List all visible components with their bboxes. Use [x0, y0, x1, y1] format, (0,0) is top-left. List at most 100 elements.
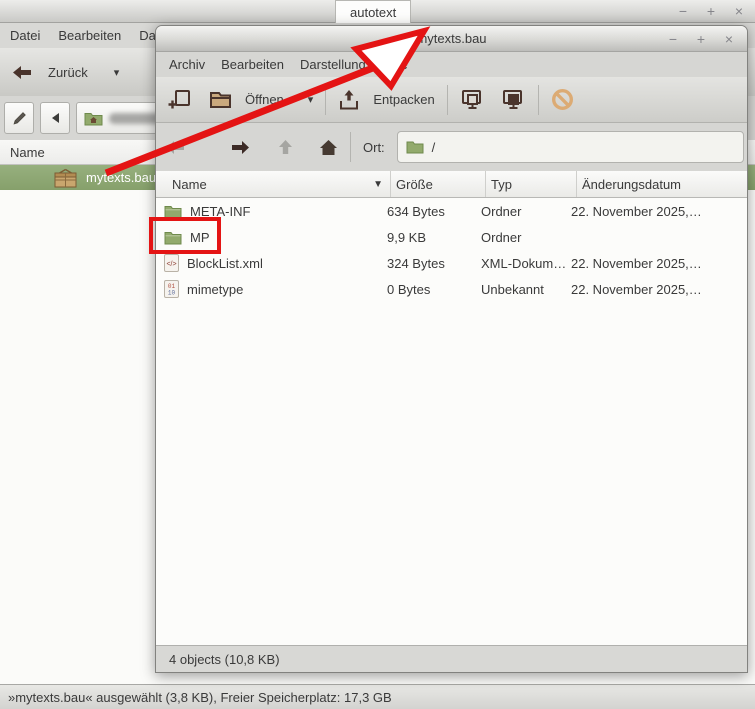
folder-home-icon	[84, 111, 103, 126]
screen-paste-button[interactable]	[501, 89, 526, 111]
archive-box-icon	[54, 168, 77, 188]
menu-bearbeiten[interactable]: Bearbeiten	[221, 57, 284, 72]
breadcrumb-back-button[interactable]	[40, 102, 70, 134]
fm-titlebar[interactable]: autotext − + ×	[0, 0, 755, 23]
archive-minimize-button[interactable]: −	[665, 31, 681, 47]
table-row[interactable]: META-INF 634 Bytes Ordner 22. November 2…	[156, 198, 747, 224]
desktop: autotext − + × Datei Bearbeiten Darstell…	[0, 0, 755, 709]
svg-text:10: 10	[168, 290, 176, 297]
toolbar-separator	[538, 85, 539, 115]
extract-icon	[338, 89, 360, 111]
fm-back-button[interactable]: Zurück	[48, 65, 88, 80]
archive-manager-window: mytexts.bau − + × Archiv Bearbeiten Dars…	[155, 25, 748, 673]
fm-maximize-button[interactable]: +	[703, 3, 719, 19]
fm-status-text: »mytexts.bau« ausgewählt (3,8 KB), Freie…	[8, 690, 392, 705]
fm-selected-file-label: mytexts.bau	[86, 170, 156, 185]
new-archive-button[interactable]	[168, 89, 191, 111]
cell-size: 0 Bytes	[382, 282, 476, 297]
cell-size: 634 Bytes	[382, 204, 476, 219]
nav-home-button[interactable]	[319, 139, 338, 156]
nav-forward-button[interactable]	[231, 140, 250, 155]
folder-icon	[164, 230, 182, 245]
column-label: Name	[172, 177, 207, 192]
archive-window-controls: − + ×	[665, 26, 737, 51]
fm-menu-bearbeiten[interactable]: Bearbeiten	[58, 28, 121, 43]
table-row[interactable]: </> BlockList.xml 324 Bytes XML-Dokum… 2…	[156, 250, 747, 276]
column-header-name[interactable]: Name ▼	[156, 171, 391, 197]
open-archive-button[interactable]: Öffnen ▾	[209, 90, 313, 109]
cell-name: BlockList.xml	[187, 256, 263, 271]
left-triangle-icon	[50, 112, 60, 124]
folder-icon	[406, 140, 424, 154]
screen-paste-icon	[501, 89, 526, 111]
archive-maximize-button[interactable]: +	[693, 31, 709, 47]
fm-minimize-button[interactable]: −	[675, 3, 691, 19]
cell-modified: 22. November 2025,…	[566, 256, 747, 271]
column-header-type[interactable]: Typ	[486, 171, 577, 197]
archive-titlebar[interactable]: mytexts.bau − + ×	[156, 26, 747, 52]
cell-size: 9,9 KB	[382, 230, 476, 245]
extract-button[interactable]: Entpacken	[338, 89, 434, 111]
folder-icon	[164, 204, 182, 219]
edit-location-button[interactable]	[4, 102, 34, 134]
open-button-label: Öffnen	[245, 92, 284, 107]
navbar-separator	[350, 132, 351, 162]
binary-file-icon: 01 10	[164, 280, 179, 298]
svg-text:</>: </>	[166, 261, 176, 268]
cell-type: Ordner	[476, 204, 566, 219]
location-path: /	[432, 140, 436, 155]
table-row[interactable]: MP 9,9 KB Ordner	[156, 224, 747, 250]
fm-window-title: autotext	[335, 0, 411, 23]
table-row[interactable]: 01 10 mimetype 0 Bytes Unbekannt 22. Nov…	[156, 276, 747, 302]
chevron-down-icon: ▾	[308, 93, 314, 106]
cell-type: Ordner	[476, 230, 566, 245]
screen-copy-button[interactable]	[460, 89, 485, 111]
cell-size: 324 Bytes	[382, 256, 476, 271]
xml-file-icon: </>	[164, 254, 179, 272]
sort-descending-icon: ▼	[373, 179, 383, 190]
cell-type: Unbekannt	[476, 282, 566, 297]
stop-button[interactable]	[551, 88, 574, 111]
fm-close-button[interactable]: ×	[731, 3, 747, 19]
fm-menu-datei[interactable]: Datei	[10, 28, 40, 43]
back-arrow-icon	[12, 65, 32, 80]
toolbar-separator	[325, 85, 326, 115]
screen-copy-icon	[460, 89, 485, 111]
cell-modified: 22. November 2025,…	[566, 204, 747, 219]
location-label: Ort:	[363, 140, 385, 155]
cell-name: META-INF	[190, 204, 250, 219]
pencil-icon	[12, 111, 27, 126]
toolbar-separator	[447, 85, 448, 115]
cell-modified: 22. November 2025,…	[566, 282, 747, 297]
column-label: Typ	[491, 177, 512, 192]
archive-file-area[interactable]	[156, 302, 747, 645]
nav-back-button[interactable]	[166, 140, 185, 155]
column-label: Änderungsdatum	[582, 177, 681, 192]
archive-window-title: mytexts.bau	[416, 31, 486, 46]
column-label: Größe	[396, 177, 433, 192]
new-archive-icon	[168, 89, 191, 111]
menu-hilfe[interactable]: Hilfe	[382, 57, 408, 72]
archive-close-button[interactable]: ×	[721, 31, 737, 47]
cell-type: XML-Dokum…	[476, 256, 566, 271]
fm-statusbar: »mytexts.bau« ausgewählt (3,8 KB), Freie…	[0, 684, 755, 709]
prohibition-icon	[551, 88, 574, 111]
fm-window-controls: − + ×	[675, 0, 747, 22]
archive-menubar: Archiv Bearbeiten Darstellung Hilfe	[156, 52, 747, 77]
archive-navbar: Ort: /	[156, 123, 747, 171]
open-folder-icon	[209, 90, 232, 109]
nav-up-button[interactable]	[278, 139, 293, 155]
cell-name: mimetype	[187, 282, 243, 297]
menu-archiv[interactable]: Archiv	[169, 57, 205, 72]
column-header-modified[interactable]: Änderungsdatum	[577, 171, 747, 197]
location-bar[interactable]: /	[397, 131, 744, 163]
menu-darstellung[interactable]: Darstellung	[300, 57, 366, 72]
extract-button-label: Entpacken	[373, 92, 434, 107]
archive-status-text: 4 objects (10,8 KB)	[169, 652, 280, 667]
archive-statusbar: 4 objects (10,8 KB)	[156, 645, 747, 672]
cell-name: MP	[190, 230, 210, 245]
chevron-down-icon[interactable]: ▾	[114, 66, 120, 79]
fm-column-name: Name	[10, 145, 45, 160]
column-header-size[interactable]: Größe	[391, 171, 486, 197]
archive-toolbar: Öffnen ▾ Entpacken	[156, 77, 747, 123]
